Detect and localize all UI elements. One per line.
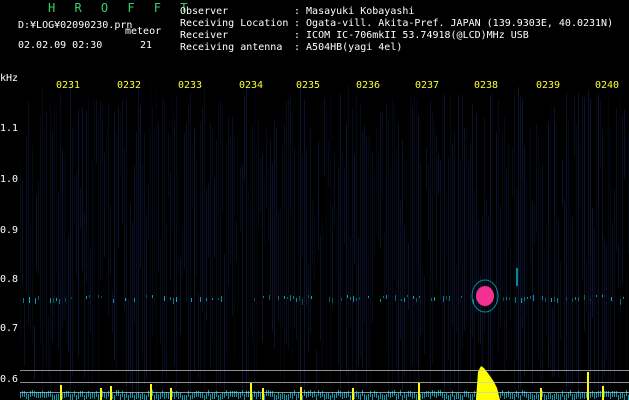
y-tick-0-7: 0.7 <box>0 323 19 334</box>
x-tick-0240: 0240 <box>595 80 620 91</box>
info-value-location: : Ogata-vill. Akita-Pref. JAPAN (139.930… <box>294 18 614 29</box>
meteor-label: meteor <box>125 26 162 37</box>
x-tick-0238: 0238 <box>474 80 499 91</box>
y-axis-unit: kHz <box>0 73 19 84</box>
meteor-count: 21 <box>140 40 153 51</box>
y-tick-1-1: 1.1 <box>0 123 19 134</box>
y-tick-0-9: 0.9 <box>0 225 19 236</box>
hrofft-window: { "app": { "title": "H R O F F T" }, "fi… <box>0 0 629 400</box>
x-tick-0237: 0237 <box>415 80 440 91</box>
info-label-observer: Observer <box>180 6 229 17</box>
file-path: D:¥LOG¥02090230.prn <box>18 20 133 31</box>
x-tick-0232: 0232 <box>117 80 142 91</box>
meteor-echo <box>476 286 494 306</box>
x-tick-0236: 0236 <box>356 80 381 91</box>
info-label-location: Receiving Location <box>180 18 289 29</box>
y-tick-1-0: 1.0 <box>0 174 19 185</box>
info-value-antenna: : A504HB(yagi 4el) <box>294 42 403 53</box>
x-tick-0234: 0234 <box>239 80 264 91</box>
threshold-line-upper <box>20 370 629 371</box>
x-tick-0235: 0235 <box>296 80 321 91</box>
info-label-receiver: Receiver <box>180 30 229 41</box>
info-label-antenna: Receiving antenna <box>180 42 283 53</box>
y-tick-0-8: 0.8 <box>0 274 19 285</box>
threshold-line-middle <box>20 382 629 383</box>
x-tick-0239: 0239 <box>536 80 561 91</box>
app-title: H R O F F T <box>48 1 194 15</box>
spectrogram-canvas <box>20 79 629 400</box>
date-time: 02.02.09 02:30 <box>18 40 103 51</box>
y-tick-0-6: 0.6 <box>0 374 19 385</box>
x-tick-0233: 0233 <box>178 80 203 91</box>
x-tick-0231: 0231 <box>56 80 81 91</box>
info-value-observer: : Masayuki Kobayashi <box>294 6 415 17</box>
info-value-receiver: : ICOM IC-706mkII 53.74918(@LCD)MHz USB <box>294 30 529 41</box>
threshold-line-lower <box>20 392 629 393</box>
